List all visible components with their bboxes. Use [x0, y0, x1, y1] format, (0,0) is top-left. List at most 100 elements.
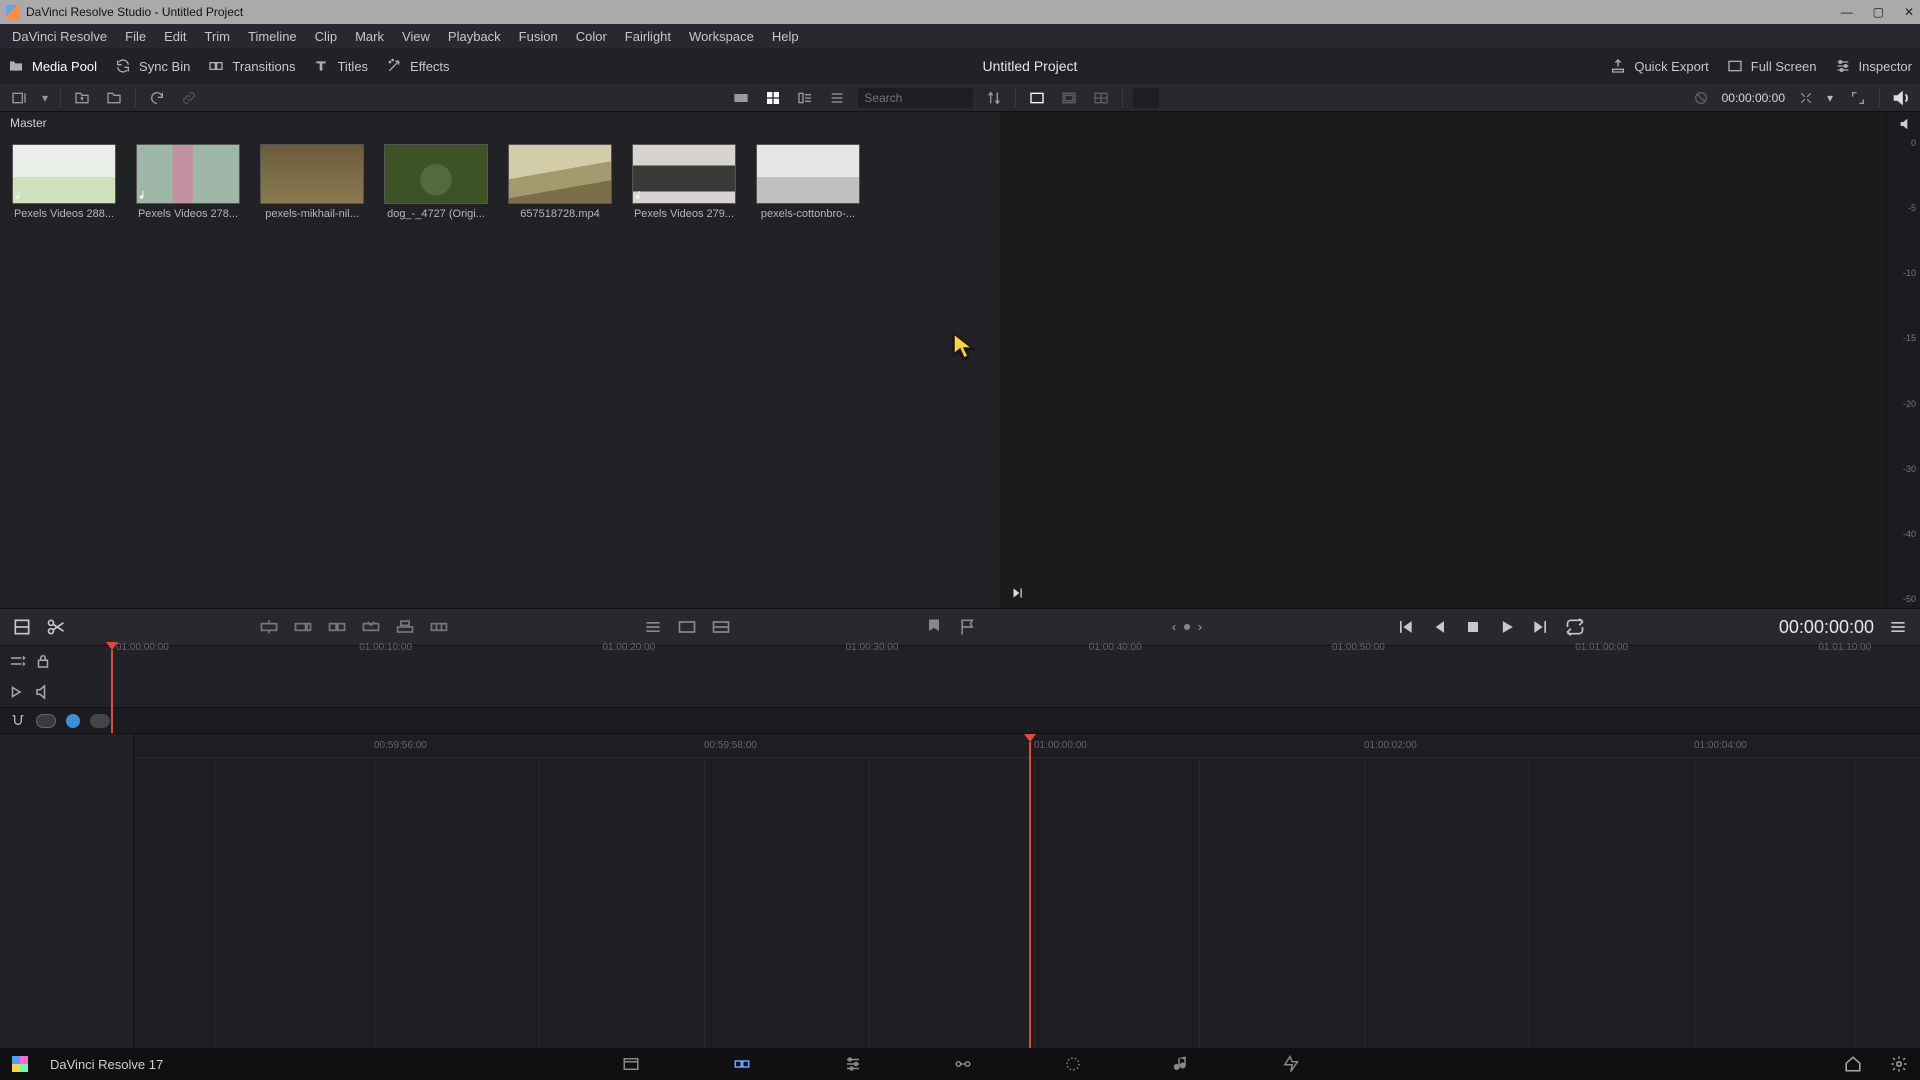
media-clip[interactable]: Pexels Videos 279... — [630, 144, 738, 220]
guides-button[interactable] — [1090, 87, 1112, 109]
speaker-icon[interactable] — [1890, 87, 1912, 109]
media-clip[interactable]: Pexels Videos 288... — [10, 144, 118, 220]
bin-view-button[interactable] — [8, 87, 30, 109]
go-to-start-button[interactable] — [1395, 617, 1415, 637]
menu-mark[interactable]: Mark — [355, 29, 384, 44]
menu-color[interactable]: Color — [576, 29, 607, 44]
menu-file[interactable]: File — [125, 29, 146, 44]
tab-media-pool[interactable]: Media Pool — [8, 58, 97, 74]
page-cut-button[interactable] — [731, 1055, 753, 1073]
menu-fairlight[interactable]: Fairlight — [625, 29, 671, 44]
window-minimize-button[interactable]: — — [1841, 5, 1853, 19]
stop-button[interactable] — [1463, 617, 1483, 637]
media-clip[interactable]: pexels-cottonbro-... — [754, 144, 862, 220]
search-input[interactable] — [858, 88, 973, 108]
link-button[interactable] — [178, 87, 200, 109]
lower-ruler[interactable]: 00:59:56:0000:59:58:0001:00:00:0001:00:0… — [134, 734, 1920, 758]
boring-tool-icon[interactable] — [12, 617, 32, 637]
marker-icon[interactable] — [924, 617, 944, 637]
inspector-button[interactable]: Inspector — [1835, 58, 1912, 74]
menu-workspace[interactable]: Workspace — [689, 29, 754, 44]
jog-indicator[interactable]: ‹› — [1172, 620, 1202, 634]
menu-davinci-resolve[interactable]: DaVinci Resolve — [12, 29, 107, 44]
page-fusion-button[interactable] — [953, 1055, 973, 1073]
expand-viewer-button[interactable] — [1847, 87, 1869, 109]
timeline-area[interactable]: 00:59:56:0000:59:58:0001:00:00:0001:00:0… — [134, 734, 1920, 1080]
chevron-down-icon[interactable]: ▾ — [1827, 91, 1837, 105]
chevron-down-icon[interactable]: ▾ — [40, 87, 50, 109]
step-back-button[interactable] — [1429, 617, 1449, 637]
page-media-button[interactable] — [621, 1055, 641, 1073]
ripple-overwrite-icon[interactable] — [327, 617, 347, 637]
flag-pill[interactable] — [90, 714, 110, 728]
go-to-end-button[interactable] — [1531, 617, 1551, 637]
track-sync-icon[interactable] — [8, 652, 26, 670]
list-meta-view-button[interactable] — [794, 87, 816, 109]
page-color-button[interactable] — [1063, 1055, 1083, 1073]
refresh-button[interactable] — [146, 87, 168, 109]
scissors-icon[interactable] — [46, 617, 66, 637]
color-dot[interactable] — [66, 714, 80, 728]
project-settings-button[interactable] — [1890, 1055, 1908, 1073]
tab-sync-bin[interactable]: Sync Bin — [115, 58, 190, 74]
page-deliver-button[interactable] — [1281, 1055, 1299, 1073]
smart-insert-icon[interactable] — [259, 617, 279, 637]
menu-view[interactable]: View — [402, 29, 430, 44]
tab-transitions[interactable]: Transitions — [208, 58, 295, 74]
timeline-options-icon[interactable] — [643, 617, 663, 637]
speaker-icon[interactable] — [1898, 116, 1914, 132]
bypass-fx-button[interactable] — [1690, 87, 1712, 109]
lock-icon[interactable] — [34, 652, 52, 670]
page-fairlight-button[interactable] — [1173, 1055, 1191, 1073]
append-icon[interactable] — [293, 617, 313, 637]
fit-button[interactable] — [1026, 87, 1048, 109]
next-edit-button[interactable] — [1010, 586, 1024, 600]
place-on-top-icon[interactable] — [395, 617, 415, 637]
audio-track-icon[interactable] — [8, 683, 26, 701]
media-clip[interactable]: Pexels Videos 278... — [134, 144, 242, 220]
viewer-panel[interactable] — [1000, 112, 1886, 608]
clip-label: pexels-mikhail-nil... — [260, 208, 364, 220]
audio-trim-icon[interactable] — [711, 617, 731, 637]
window-close-button[interactable]: ✕ — [1904, 5, 1914, 19]
media-clip[interactable]: pexels-mikhail-nil... — [258, 144, 366, 220]
loop-button[interactable] — [1565, 617, 1585, 637]
viewer-mode-dropdown[interactable] — [1133, 88, 1159, 108]
window-maximize-button[interactable]: ▢ — [1873, 5, 1884, 19]
play-button[interactable] — [1497, 617, 1517, 637]
tab-effects[interactable]: Effects — [386, 58, 450, 74]
media-clip[interactable]: 657518728.mp4 — [506, 144, 614, 220]
menu-playback[interactable]: Playback — [448, 29, 501, 44]
marker-pill[interactable] — [36, 714, 56, 728]
mute-icon[interactable] — [34, 683, 52, 701]
menu-trim[interactable]: Trim — [205, 29, 231, 44]
timeline-menu-icon[interactable] — [1888, 617, 1908, 637]
home-button[interactable] — [1844, 1055, 1862, 1073]
sort-button[interactable] — [983, 87, 1005, 109]
menu-help[interactable]: Help — [772, 29, 799, 44]
tab-titles[interactable]: Titles — [313, 58, 368, 74]
thumbnail-view-button[interactable] — [762, 87, 784, 109]
import-folder-button[interactable] — [103, 87, 125, 109]
strip-view-button[interactable] — [730, 87, 752, 109]
media-clip[interactable]: dog_-_4727 (Origi... — [382, 144, 490, 220]
quick-export-button[interactable]: Quick Export — [1610, 58, 1708, 74]
separator — [60, 89, 61, 107]
menu-edit[interactable]: Edit — [164, 29, 186, 44]
source-overwrite-icon[interactable] — [429, 617, 449, 637]
menu-clip[interactable]: Clip — [315, 29, 337, 44]
safe-area-button[interactable] — [1058, 87, 1080, 109]
breadcrumb[interactable]: Master — [0, 112, 1000, 134]
import-media-button[interactable] — [71, 87, 93, 109]
snap-icon[interactable] — [10, 713, 26, 729]
full-screen-button[interactable]: Full Screen — [1727, 58, 1817, 74]
menu-fusion[interactable]: Fusion — [519, 29, 558, 44]
page-edit-button[interactable] — [843, 1055, 863, 1073]
video-only-icon[interactable] — [677, 617, 697, 637]
upper-ruler[interactable]: 01:00:00:0001:00:10:0001:00:20:0001:00:3… — [96, 646, 1920, 707]
flag-icon[interactable] — [958, 617, 978, 637]
menu-timeline[interactable]: Timeline — [248, 29, 297, 44]
close-up-icon[interactable] — [361, 617, 381, 637]
zoom-fit-button[interactable] — [1795, 87, 1817, 109]
list-view-button[interactable] — [826, 87, 848, 109]
